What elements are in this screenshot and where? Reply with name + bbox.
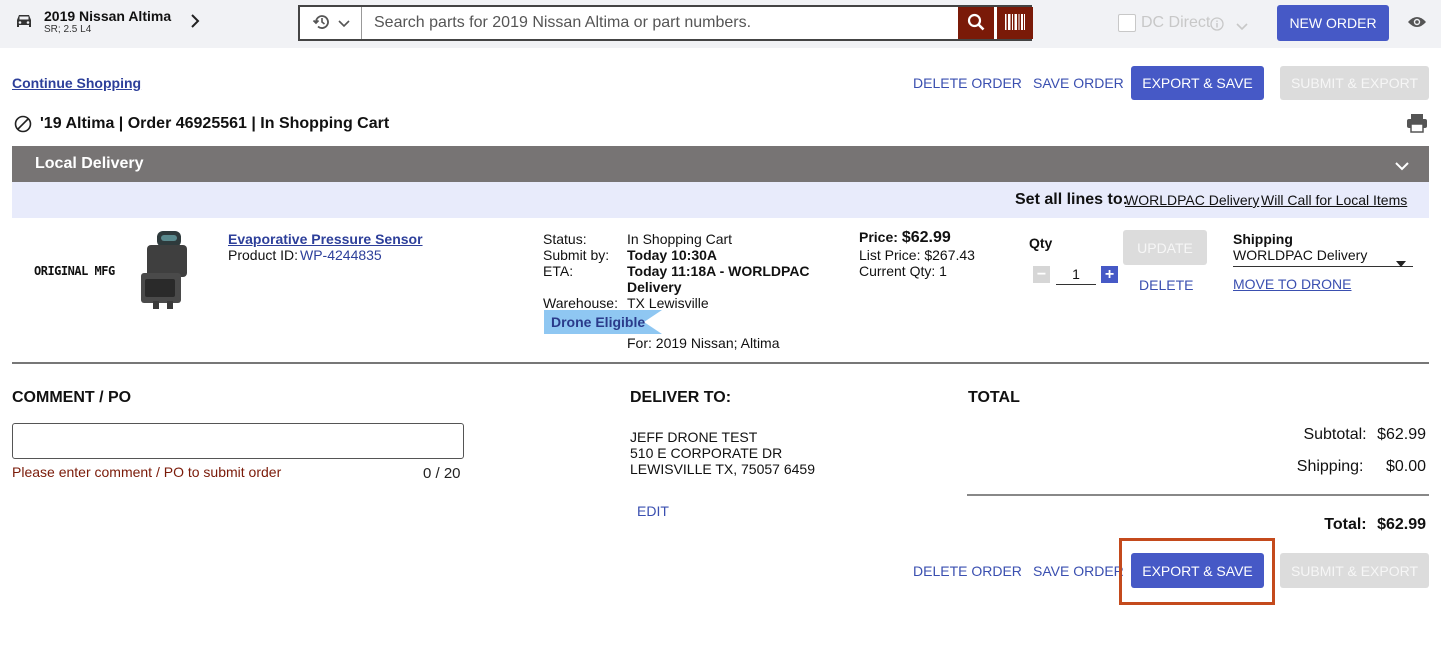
update-button[interactable]: UPDATE bbox=[1123, 230, 1207, 265]
subtotal-value: $62.99 bbox=[1377, 426, 1426, 443]
delete-order-button[interactable]: DELETE ORDER bbox=[913, 75, 1022, 91]
continue-shopping-link[interactable]: Continue Shopping bbox=[12, 75, 141, 91]
dc-direct-chevron-icon[interactable] bbox=[1236, 18, 1248, 34]
current-qty: Current Qty: 1 bbox=[859, 263, 947, 279]
comment-char-counter: 0 / 20 bbox=[423, 465, 461, 482]
delete-order-button-bottom[interactable]: DELETE ORDER bbox=[913, 563, 1022, 579]
product-name-link[interactable]: Evaporative Pressure Sensor bbox=[228, 231, 423, 247]
search-bar bbox=[298, 5, 1032, 41]
search-icon bbox=[967, 13, 985, 34]
list-price: List Price: $267.43 bbox=[859, 247, 975, 263]
deliver-line3: LEWISVILLE TX, 75057 6459 bbox=[630, 461, 815, 477]
shipping-label: Shipping bbox=[1233, 231, 1293, 247]
set-all-lines-bar: Set all lines to: WORLDPAC Delivery Will… bbox=[12, 182, 1429, 218]
barcode-scan-button[interactable] bbox=[997, 7, 1033, 39]
move-to-drone-link[interactable]: MOVE TO DRONE bbox=[1233, 276, 1352, 292]
deliver-line1: JEFF DRONE TEST bbox=[630, 429, 758, 445]
vehicle-title: 2019 Nissan Altima bbox=[44, 8, 172, 24]
eta-value-line2: Delivery bbox=[627, 279, 682, 295]
eta-label: ETA: bbox=[543, 263, 574, 279]
submit-export-button-bottom[interactable]: SUBMIT & EXPORT bbox=[1280, 553, 1429, 588]
order-title: '19 Altima | Order 46925561 | In Shoppin… bbox=[40, 115, 390, 132]
price-block: Price: $62.99 bbox=[859, 229, 951, 247]
eta-value-line1: Today 11:18A - WORLDPAC bbox=[627, 263, 810, 279]
shipping-total-row: Shipping: $0.00 bbox=[1200, 458, 1426, 476]
price-value: $62.99 bbox=[901, 229, 951, 246]
shipping-select-value: WORLDPAC Delivery bbox=[1233, 247, 1368, 263]
no-entry-icon bbox=[14, 115, 32, 136]
dc-direct-label: DC Direct bbox=[1141, 14, 1211, 31]
edit-address-button[interactable]: EDIT bbox=[637, 503, 669, 519]
grand-total-label: Total: bbox=[1324, 516, 1367, 533]
qty-input[interactable]: 1 bbox=[1056, 263, 1096, 285]
car-icon bbox=[14, 12, 34, 33]
status-label: Status: bbox=[543, 231, 587, 247]
eye-icon[interactable] bbox=[1407, 15, 1427, 32]
dc-direct-checkbox[interactable] bbox=[1118, 14, 1136, 32]
status-value: In Shopping Cart bbox=[627, 231, 733, 247]
qty-decrement-button[interactable]: − bbox=[1033, 266, 1050, 283]
product-image[interactable] bbox=[133, 229, 197, 314]
local-delivery-header[interactable]: Local Delivery bbox=[12, 146, 1429, 182]
export-save-button-bottom[interactable]: EXPORT & SAVE bbox=[1131, 553, 1264, 588]
brand-logo: ORIGINAL MFG bbox=[34, 264, 115, 278]
export-save-button[interactable]: EXPORT & SAVE bbox=[1131, 66, 1264, 100]
chevron-right-icon[interactable] bbox=[190, 13, 200, 32]
submit-by-label: Submit by: bbox=[543, 247, 610, 263]
product-id-link[interactable]: WP-4244835 bbox=[300, 247, 382, 263]
total-heading: TOTAL bbox=[968, 389, 1020, 406]
subtotal-label: Subtotal: bbox=[1303, 426, 1367, 443]
warehouse-label: Warehouse: bbox=[543, 295, 618, 311]
comment-po-input[interactable] bbox=[12, 423, 464, 459]
total-divider bbox=[967, 494, 1429, 496]
grand-total-row: Total: $62.99 bbox=[1200, 516, 1426, 534]
chevron-down-icon bbox=[1395, 158, 1409, 176]
grand-total-value: $62.99 bbox=[1377, 516, 1426, 533]
print-icon[interactable] bbox=[1406, 113, 1428, 136]
shipping-total-label: Shipping: bbox=[1296, 458, 1364, 475]
set-all-label: Set all lines to: bbox=[1015, 191, 1128, 208]
vehicle-subtitle: SR; 2.5 L4 bbox=[44, 24, 92, 35]
caret-down-icon bbox=[1396, 254, 1406, 270]
shipping-select[interactable]: WORLDPAC Delivery bbox=[1233, 247, 1413, 267]
search-button[interactable] bbox=[958, 7, 994, 39]
qty-increment-button[interactable]: + bbox=[1101, 266, 1118, 283]
search-history-button[interactable] bbox=[300, 7, 362, 39]
divider bbox=[12, 362, 1429, 364]
warehouse-value: TX Lewisville bbox=[627, 295, 709, 311]
shipping-total-value: $0.00 bbox=[1385, 458, 1426, 475]
product-id-label: Product ID: bbox=[228, 247, 299, 263]
set-all-will-call-link[interactable]: Will Call for Local Items bbox=[1261, 192, 1407, 208]
subtotal-row: Subtotal: $62.99 bbox=[1200, 426, 1426, 444]
submit-by-value: Today 10:30A bbox=[627, 247, 717, 263]
delete-line-button[interactable]: DELETE bbox=[1139, 277, 1193, 293]
fitment-text: For: 2019 Nissan; Altima bbox=[627, 335, 780, 351]
info-icon[interactable] bbox=[1210, 17, 1224, 34]
barcode-icon bbox=[1004, 13, 1026, 34]
section-title: Local Delivery bbox=[35, 155, 144, 172]
submit-export-button[interactable]: SUBMIT & EXPORT bbox=[1280, 66, 1429, 100]
new-order-button[interactable]: NEW ORDER bbox=[1277, 5, 1389, 41]
price-label: Price: bbox=[859, 229, 898, 245]
chevron-down-icon bbox=[337, 15, 350, 31]
deliver-to-heading: DELIVER TO: bbox=[630, 389, 732, 406]
save-order-button-bottom[interactable]: SAVE ORDER bbox=[1033, 563, 1124, 579]
comment-error-text: Please enter comment / PO to submit orde… bbox=[12, 464, 282, 480]
comment-heading: COMMENT / PO bbox=[12, 389, 132, 406]
vehicle-selector[interactable]: 2019 Nissan Altima SR; 2.5 L4 bbox=[44, 8, 171, 35]
history-icon bbox=[312, 12, 332, 35]
set-all-worldpac-delivery-link[interactable]: WORLDPAC Delivery bbox=[1125, 192, 1259, 208]
drone-eligible-label: Drone Eligible bbox=[551, 314, 646, 330]
save-order-button[interactable]: SAVE ORDER bbox=[1033, 75, 1124, 91]
drone-eligible-badge: Drone Eligible bbox=[544, 310, 662, 334]
deliver-line2: 510 E CORPORATE DR bbox=[630, 445, 783, 461]
search-input[interactable] bbox=[362, 7, 1030, 39]
qty-label: Qty bbox=[1029, 235, 1053, 251]
